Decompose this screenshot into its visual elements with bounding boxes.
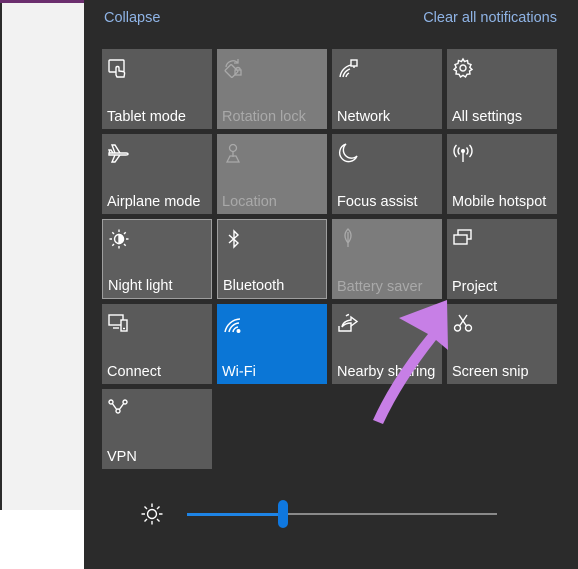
tile-label: Rotation lock (222, 109, 306, 125)
background-window (0, 0, 84, 569)
network-icon (337, 57, 359, 79)
tile-label: Night light (108, 278, 173, 294)
tile-label: Nearby sharing (337, 364, 436, 380)
night-light-icon (108, 228, 130, 250)
tile-focus-assist[interactable]: Focus assist (332, 134, 442, 214)
battery-saver-icon (337, 227, 359, 249)
tile-label: Location (222, 194, 277, 210)
tile-label: Airplane mode (107, 194, 201, 210)
wifi-icon (222, 312, 244, 334)
tile-tablet-mode[interactable]: Tablet mode (102, 49, 212, 129)
location-icon (222, 142, 244, 164)
tile-rotation-lock[interactable]: Rotation lock (217, 49, 327, 129)
tile-all-settings[interactable]: All settings (447, 49, 557, 129)
tile-label: Screen snip (452, 364, 529, 380)
tile-label: Network (337, 109, 391, 125)
tile-connect[interactable]: Connect (102, 304, 212, 384)
tablet-mode-icon (107, 57, 129, 79)
collapse-link[interactable]: Collapse (104, 10, 160, 26)
tile-label: Tablet mode (107, 109, 186, 125)
vpn-icon (107, 397, 129, 419)
project-icon (452, 227, 474, 249)
tile-label: Focus assist (337, 194, 418, 210)
tile-screen-snip[interactable]: Screen snip (447, 304, 557, 384)
tile-location[interactable]: Location (217, 134, 327, 214)
hotspot-icon (452, 142, 474, 164)
tile-label: All settings (452, 109, 523, 125)
tile-network[interactable]: Network (332, 49, 442, 129)
tile-label: Mobile hotspot (452, 194, 547, 210)
background-window-lower (0, 510, 84, 569)
tile-vpn[interactable]: VPN (102, 389, 212, 469)
tile-label: Project (452, 279, 498, 295)
window-accent-line (0, 0, 84, 3)
moon-icon (337, 142, 359, 164)
tile-label: VPN (107, 449, 137, 465)
brightness-slider-thumb[interactable] (278, 500, 289, 528)
gear-icon (452, 57, 474, 79)
rotation-lock-icon (222, 57, 244, 79)
quick-actions-grid: Tablet mode Rotation lock Network All se… (102, 49, 558, 469)
screen-snip-icon (452, 312, 474, 334)
brightness-slider[interactable] (187, 500, 497, 528)
tile-mobile-hotspot[interactable]: Mobile hotspot (447, 134, 557, 214)
tile-battery-saver[interactable]: Battery saver (332, 219, 442, 299)
action-center-panel: Collapse Clear all notifications Tablet … (84, 0, 578, 569)
clear-all-notifications-link[interactable]: Clear all notifications (423, 10, 557, 26)
tile-bluetooth[interactable]: Bluetooth (217, 219, 327, 299)
nearby-sharing-icon (337, 312, 359, 334)
brightness-control (140, 500, 560, 528)
tile-night-light[interactable]: Night light (102, 219, 212, 299)
tile-label: Wi-Fi (222, 364, 256, 380)
tile-nearby-sharing[interactable]: Nearby sharing (332, 304, 442, 384)
tile-airplane-mode[interactable]: Airplane mode (102, 134, 212, 214)
tile-project[interactable]: Project (447, 219, 557, 299)
tile-label: Bluetooth (223, 278, 285, 294)
tile-label: Battery saver (337, 279, 423, 295)
window-frame (0, 3, 2, 569)
tile-label: Connect (107, 364, 162, 380)
tile-wifi[interactable]: Wi-Fi (217, 304, 327, 384)
connect-icon (107, 312, 129, 334)
bluetooth-icon (223, 228, 245, 250)
brightness-sun-icon (140, 502, 164, 526)
airplane-icon (107, 142, 129, 164)
brightness-slider-fill (187, 512, 284, 516)
